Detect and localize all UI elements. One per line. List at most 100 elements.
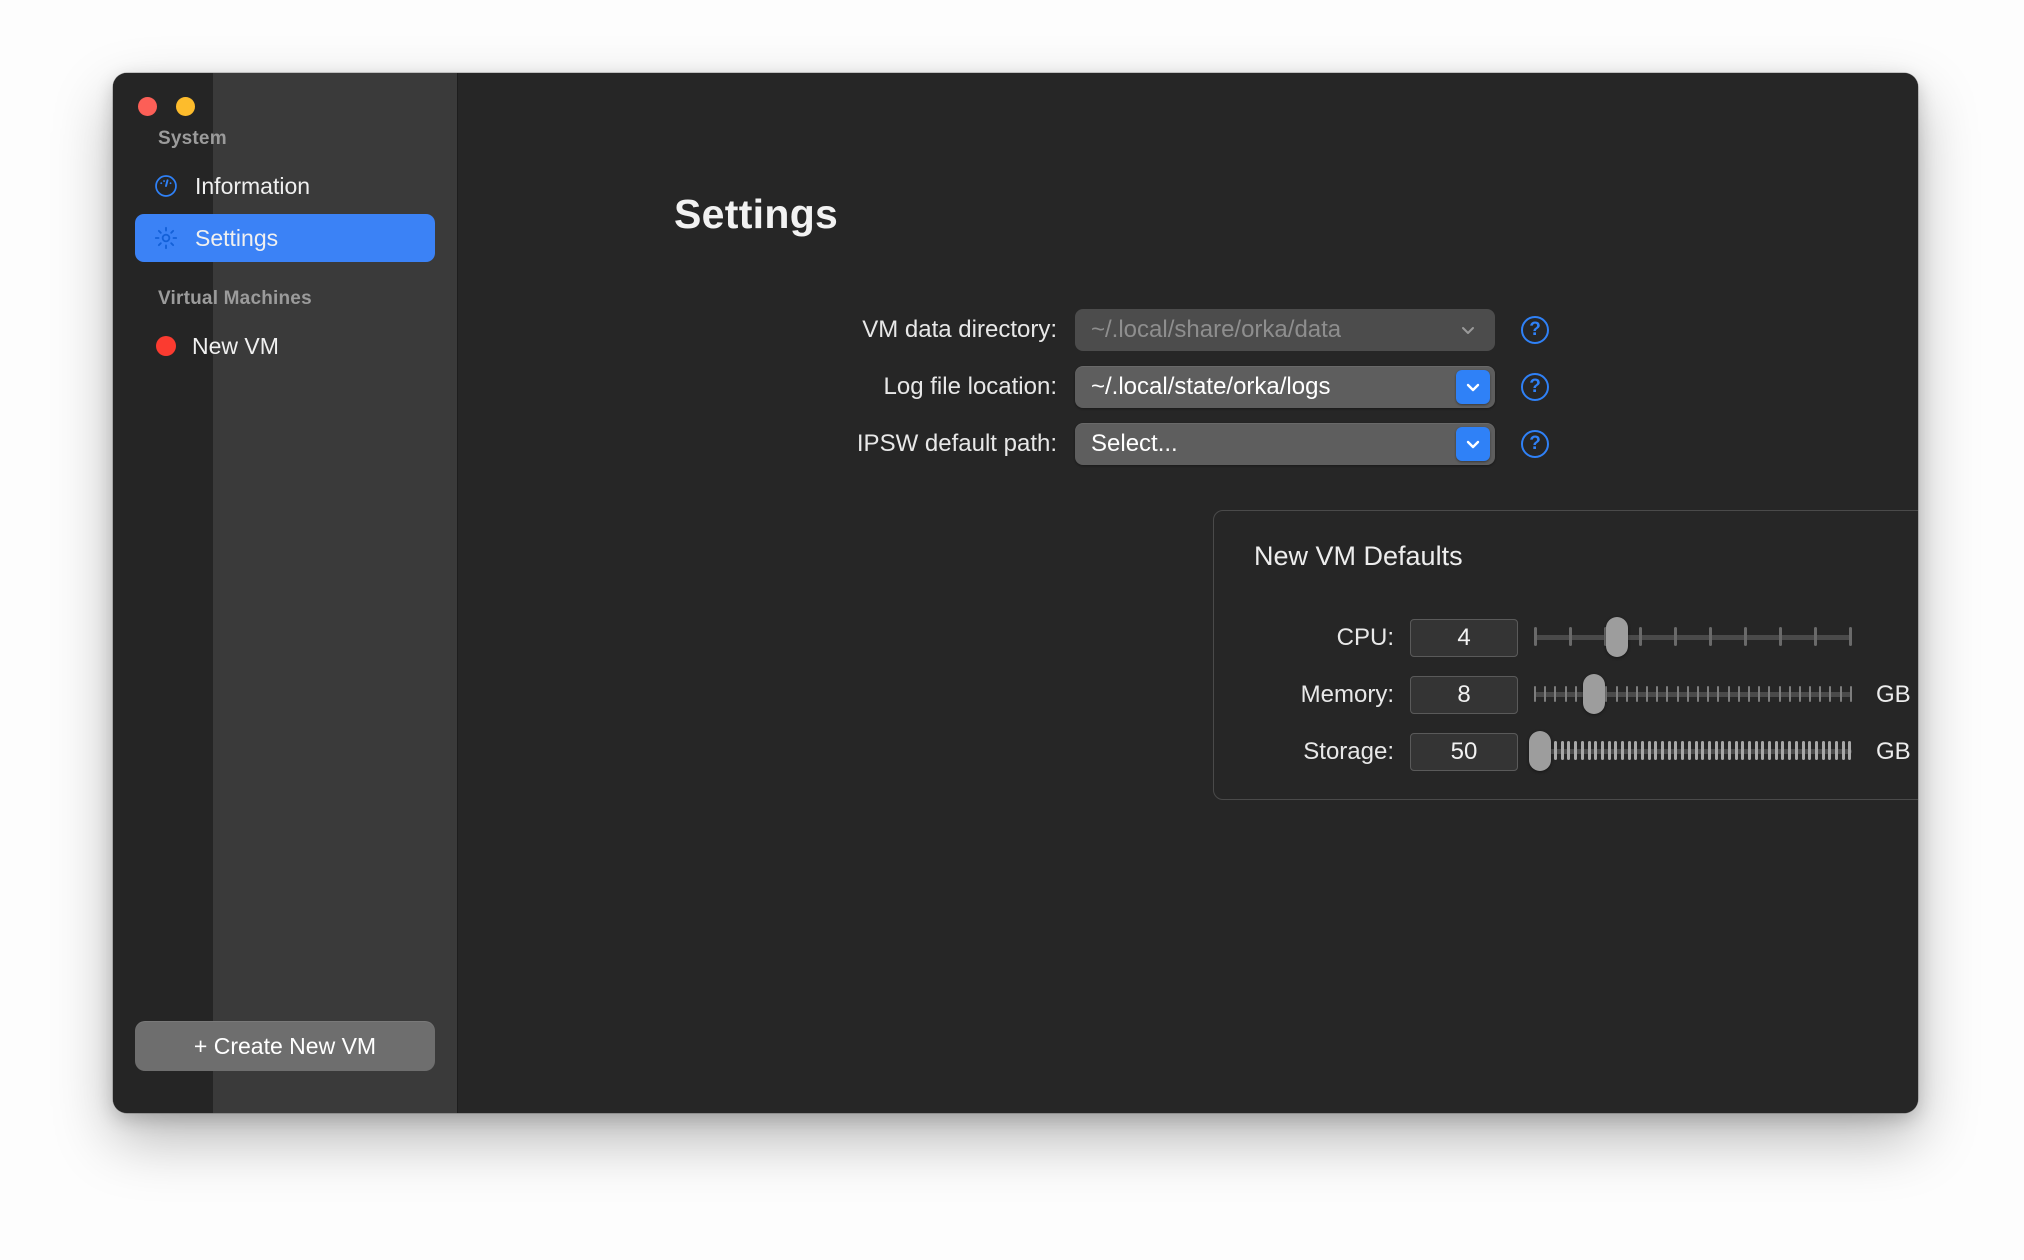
memory-slider[interactable] xyxy=(1534,672,1852,718)
slider-thumb[interactable] xyxy=(1583,673,1606,714)
slider-tick xyxy=(1681,741,1685,760)
slider-tick xyxy=(1676,685,1679,702)
slider-tick xyxy=(1544,685,1547,702)
slider-tick xyxy=(1614,741,1618,760)
sidebar-item-label: Settings xyxy=(195,224,279,251)
ipsw-default-path-value: Select... xyxy=(1091,429,1178,457)
slider-tick xyxy=(1674,627,1677,646)
slider-tick xyxy=(1721,741,1725,760)
status-dot-red-icon xyxy=(156,336,176,356)
slider-tick xyxy=(1768,741,1772,760)
field-row-ipsw-default-path: IPSW default path: Select... ? xyxy=(458,415,1918,472)
slider-tick xyxy=(1754,741,1758,760)
slider-tick xyxy=(1808,741,1812,760)
slider-tick xyxy=(1534,685,1536,702)
slider-row-memory: Memory: 8 GB xyxy=(1214,666,1918,723)
slider-row-storage: Storage: 50 GB xyxy=(1214,723,1918,780)
slider-row-cpu: CPU: 4 xyxy=(1214,609,1918,666)
storage-unit-label: GB xyxy=(1876,737,1911,765)
slider-tick xyxy=(1801,741,1805,760)
minimize-window-button[interactable] xyxy=(176,97,195,116)
chevron-down-icon xyxy=(1451,313,1485,347)
slider-tick xyxy=(1697,685,1699,702)
sidebar-item-new-vm[interactable]: New VM xyxy=(135,322,435,370)
slider-tick xyxy=(1625,685,1628,702)
slider-tick xyxy=(1714,741,1718,760)
slider-tick xyxy=(1594,741,1598,760)
cpu-value-field[interactable]: 4 xyxy=(1410,618,1518,657)
chevron-down-icon[interactable] xyxy=(1456,426,1490,461)
create-new-vm-button[interactable]: + Create New VM xyxy=(135,1021,435,1071)
slider-tick xyxy=(1779,627,1782,646)
slider-tick xyxy=(1809,685,1812,702)
sidebar-section-virtual-machines: Virtual Machines xyxy=(158,288,312,309)
cpu-slider[interactable] xyxy=(1534,615,1852,661)
slider-tick xyxy=(1707,741,1711,760)
slider-tick xyxy=(1656,685,1659,702)
slider-tick xyxy=(1849,685,1852,702)
slider-tick xyxy=(1781,741,1785,760)
slider-tick xyxy=(1661,741,1665,760)
field-row-vm-data-directory: VM data directory: ~/.local/share/orka/d… xyxy=(458,301,1918,358)
slider-tick xyxy=(1667,741,1671,760)
slider-tick xyxy=(1834,741,1838,760)
sidebar-item-settings[interactable]: Settings xyxy=(135,214,435,262)
slider-tick xyxy=(1607,741,1611,760)
slider-ticks xyxy=(1534,684,1852,704)
slider-tick xyxy=(1534,627,1537,646)
slider-thumb[interactable] xyxy=(1529,730,1552,771)
slider-tick xyxy=(1564,685,1567,702)
slider-tick xyxy=(1701,741,1705,760)
slider-tick xyxy=(1741,741,1745,760)
slider-tick xyxy=(1788,685,1791,702)
slider-tick xyxy=(1605,685,1608,702)
field-label: Log file location: xyxy=(883,372,1057,400)
field-label: IPSW default path: xyxy=(856,429,1057,457)
slider-tick xyxy=(1666,685,1669,702)
help-button-vm-data-directory[interactable]: ? xyxy=(1521,315,1549,344)
slider-tick xyxy=(1747,685,1750,702)
help-button-ipsw-default-path[interactable]: ? xyxy=(1521,429,1549,458)
sidebar: System Information Settings Virtual Mach… xyxy=(113,73,458,1113)
sidebar-section-system: System xyxy=(158,128,227,149)
slider-tick xyxy=(1814,741,1818,760)
page-title: Settings xyxy=(674,191,839,237)
slider-tick xyxy=(1778,685,1781,702)
slider-thumb[interactable] xyxy=(1605,616,1628,657)
memory-value-field[interactable]: 8 xyxy=(1410,675,1518,714)
help-button-log-file-location[interactable]: ? xyxy=(1521,372,1549,401)
slider-tick xyxy=(1694,741,1698,760)
close-window-button[interactable] xyxy=(138,97,157,116)
slider-tick xyxy=(1798,685,1801,702)
storage-value-field[interactable]: 50 xyxy=(1410,732,1518,771)
slider-tick xyxy=(1841,741,1845,760)
slider-tick xyxy=(1620,741,1624,760)
slider-tick xyxy=(1639,627,1642,646)
slider-tick xyxy=(1737,685,1740,702)
slider-tick xyxy=(1627,741,1631,760)
slider-tick xyxy=(1819,685,1822,702)
main-content: Settings VM data directory: ~/.local/sha… xyxy=(458,73,1918,1113)
log-file-location-dropdown[interactable]: ~/.local/state/orka/logs xyxy=(1075,365,1495,408)
new-vm-defaults-groupbox: New VM Defaults CPU: 4 Memory: 8 GB Stor… xyxy=(1213,510,1918,800)
ipsw-default-path-dropdown[interactable]: Select... xyxy=(1075,422,1495,465)
field-label: VM data directory: xyxy=(862,315,1057,343)
slider-ticks xyxy=(1534,627,1852,647)
sidebar-item-information[interactable]: Information xyxy=(135,162,435,210)
chevron-down-icon[interactable] xyxy=(1456,369,1490,404)
slider-tick xyxy=(1574,685,1577,702)
slider-tick xyxy=(1727,741,1731,760)
slider-tick xyxy=(1829,685,1832,702)
slider-tick xyxy=(1709,627,1712,646)
slider-tick xyxy=(1748,741,1751,760)
slider-tick xyxy=(1654,741,1658,760)
slider-tick xyxy=(1828,741,1832,760)
storage-slider[interactable] xyxy=(1529,729,1852,775)
slider-tick xyxy=(1707,685,1710,702)
vm-data-directory-dropdown[interactable]: ~/.local/share/orka/data xyxy=(1075,308,1495,351)
slider-tick xyxy=(1758,685,1761,702)
settings-form: VM data directory: ~/.local/share/orka/d… xyxy=(458,301,1918,472)
slider-rows: CPU: 4 Memory: 8 GB Storage: 50 GB xyxy=(1214,609,1918,780)
slider-tick xyxy=(1687,741,1691,760)
